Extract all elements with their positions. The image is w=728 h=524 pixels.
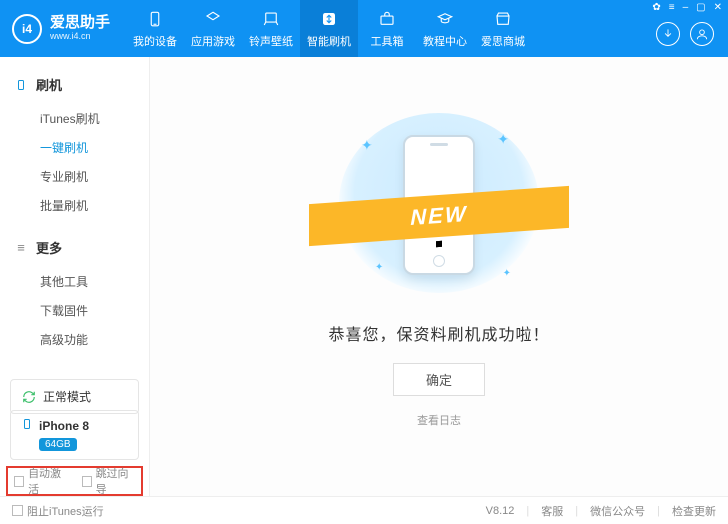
tray-minimize-icon[interactable]: –	[683, 2, 689, 13]
group-title-label: 刷机	[36, 75, 62, 94]
graduation-icon	[435, 9, 455, 29]
auto-activate-checkbox[interactable]: 自动激活	[14, 465, 68, 497]
nav-label: 我的设备	[133, 33, 177, 49]
tray-close-icon[interactable]: ✕	[714, 2, 722, 13]
skip-wizard-label: 跳过向导	[96, 465, 135, 497]
nav-label: 应用游戏	[191, 33, 235, 49]
sidebar-item-itunes-flash[interactable]: iTunes刷机	[0, 104, 149, 133]
flash-icon	[319, 9, 339, 29]
nav-flash[interactable]: 智能刷机	[300, 0, 358, 57]
mode-label: 正常模式	[43, 388, 91, 405]
sidebar-item-pro-flash[interactable]: 专业刷机	[0, 162, 149, 191]
mode-status: 正常模式	[10, 379, 139, 414]
sidebar-group-more: ≡ 更多	[0, 234, 149, 261]
nav-label: 教程中心	[423, 33, 467, 49]
nav-tutorials[interactable]: 教程中心	[416, 0, 474, 57]
top-nav: 我的设备 应用游戏 铃声壁纸 智能刷机 工具箱 教程中心 爱思商城	[126, 0, 532, 57]
view-log-link[interactable]: 查看日志	[417, 412, 461, 428]
block-itunes-label: 阻止iTunes运行	[27, 503, 104, 519]
ok-button[interactable]: 确定	[393, 363, 485, 396]
version-label: V8.12	[486, 505, 515, 517]
main-content: ✦ ✦ ✦ ✦ NEW 恭喜您，保资料刷机成功啦！ 确定 查看日志	[150, 57, 728, 496]
group-title-label: 更多	[36, 238, 62, 257]
skip-wizard-checkbox[interactable]: 跳过向导	[82, 465, 136, 497]
refresh-icon	[21, 389, 37, 405]
auto-activate-label: 自动激活	[28, 465, 67, 497]
sparkle-icon: ✦	[503, 268, 511, 279]
sidebar: 刷机 iTunes刷机 一键刷机 专业刷机 批量刷机 ≡ 更多 其他工具 下载固…	[0, 57, 150, 496]
success-illustration: ✦ ✦ ✦ ✦ NEW	[339, 113, 539, 293]
capacity-badge: 64GB	[39, 438, 77, 451]
device-name: iPhone 8	[39, 419, 89, 433]
wechat-link[interactable]: 微信公众号	[590, 503, 645, 519]
sidebar-item-download-firmware[interactable]: 下载固件	[0, 296, 149, 325]
success-message: 恭喜您，保资料刷机成功啦！	[328, 321, 549, 345]
options-row: 自动激活 跳过向导	[6, 466, 143, 496]
device-info: iPhone 8 64GB	[10, 410, 139, 460]
nav-store[interactable]: 爱思商城	[474, 0, 532, 57]
sparkle-icon: ✦	[375, 262, 383, 273]
logo-icon: i4	[12, 14, 42, 44]
nav-my-device[interactable]: 我的设备	[126, 0, 184, 57]
app-header: i4 爱思助手 www.i4.cn 我的设备 应用游戏 铃声壁纸 智能刷机 工具…	[0, 0, 728, 57]
support-link[interactable]: 客服	[541, 503, 563, 519]
sidebar-item-advanced[interactable]: 高级功能	[0, 325, 149, 354]
more-icon: ≡	[14, 240, 28, 255]
nav-label: 爱思商城	[481, 33, 525, 49]
user-button[interactable]	[690, 22, 714, 46]
store-icon	[493, 9, 513, 29]
checkbox-icon	[82, 476, 92, 487]
sparkle-icon: ✦	[497, 131, 509, 148]
nav-apps[interactable]: 应用游戏	[184, 0, 242, 57]
music-icon	[261, 9, 281, 29]
tray-a[interactable]: ✿	[652, 2, 660, 13]
sidebar-item-other-tools[interactable]: 其他工具	[0, 267, 149, 296]
logo: i4 爱思助手 www.i4.cn	[0, 14, 122, 44]
nav-label: 铃声壁纸	[249, 33, 293, 49]
system-tray: ✿ ≡ – ▢ ✕	[652, 2, 722, 13]
phone-icon	[145, 9, 165, 29]
app-title: 爱思助手	[50, 15, 110, 32]
checkbox-icon	[14, 476, 24, 487]
sidebar-group-flash: 刷机	[0, 71, 149, 98]
ribbon-text: NEW	[410, 201, 467, 231]
sparkle-icon: ✦	[361, 137, 373, 154]
update-link[interactable]: 检查更新	[672, 503, 716, 519]
header-right	[656, 22, 714, 46]
nav-ringtones[interactable]: 铃声壁纸	[242, 0, 300, 57]
tray-menu-icon[interactable]: ≡	[669, 2, 675, 13]
app-url: www.i4.cn	[50, 32, 110, 42]
status-bar: 阻止iTunes运行 V8.12 | 客服 | 微信公众号 | 检查更新	[0, 496, 728, 524]
nav-label: 工具箱	[371, 33, 404, 49]
device-icon	[21, 417, 33, 434]
nav-toolbox[interactable]: 工具箱	[358, 0, 416, 57]
sidebar-item-oneclick-flash[interactable]: 一键刷机	[0, 133, 149, 162]
block-itunes-checkbox[interactable]: 阻止iTunes运行	[12, 503, 104, 519]
toolbox-icon	[377, 9, 397, 29]
phone-small-icon	[14, 78, 28, 92]
nav-label: 智能刷机	[307, 33, 351, 49]
checkbox-icon	[12, 505, 23, 516]
download-button[interactable]	[656, 22, 680, 46]
sidebar-item-batch-flash[interactable]: 批量刷机	[0, 191, 149, 220]
apps-icon	[203, 9, 223, 29]
tray-maximize-icon[interactable]: ▢	[696, 2, 705, 13]
